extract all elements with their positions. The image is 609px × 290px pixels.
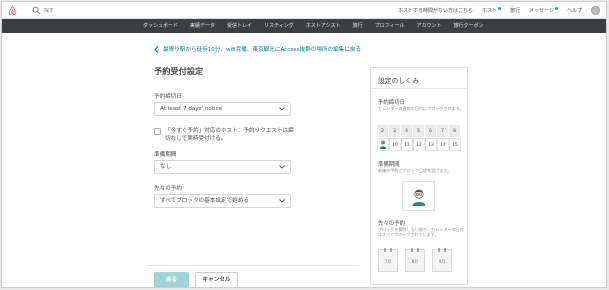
person-icon (379, 140, 387, 149)
search-icon (32, 6, 41, 15)
month-calendar-icon: 8月 (405, 248, 425, 272)
become-host-link[interactable]: ホストする時間がない方はこちら (398, 7, 473, 14)
calendar-day: 5 (413, 125, 425, 138)
host-link[interactable]: ホスト (482, 7, 502, 14)
airbnb-logo-icon[interactable] (7, 5, 18, 16)
messages-link[interactable]: メッセージ (529, 7, 558, 14)
calendar-day: 4 (401, 125, 413, 138)
search-input[interactable] (44, 7, 104, 14)
chevron-left-icon (154, 45, 159, 53)
nav-item-host-assist[interactable]: ホストアシスト (301, 19, 346, 33)
panel-title: 設定のしくみ (378, 77, 420, 85)
notification-dot (554, 7, 558, 10)
panel-future-description: ブロックを解除しない限り、カレンダーの日付はすべてブロックされています。 (378, 227, 464, 237)
calendar-day: 13 (425, 138, 437, 151)
back-button[interactable]: 戻る (154, 272, 189, 287)
calendar-day: 8 (449, 125, 461, 138)
trips-link[interactable]: 旅行 (510, 7, 520, 14)
chevron-down-icon (279, 107, 285, 111)
search-bar[interactable] (32, 5, 104, 16)
buffer-label: 準備期間 (154, 152, 177, 158)
panel-deadline-heading: 予約締切日 (378, 100, 405, 106)
page-title: 予約受付設定 (154, 66, 204, 76)
nav-item-inbox[interactable]: 受信トレイ (222, 19, 257, 33)
how-it-works-panel: 設定のしくみ 予約締切日 カレンダーの直前の日付にブロックされます。 2 3 4… (370, 67, 468, 285)
buffer-illustration (402, 181, 435, 211)
calendar-ring (417, 248, 419, 252)
chevron-down-icon (279, 165, 285, 169)
calendar-day: 3 (389, 125, 401, 138)
calendar-day: 15 (449, 138, 461, 151)
nav-item-trips[interactable]: 旅行 (348, 19, 368, 33)
instant-book-option: 「今すぐ予約」対応のホスト：予約リクエストは締切なしで実時受付ける。 (154, 127, 297, 143)
notification-dot (498, 7, 502, 10)
future-select[interactable]: すべてブロックの基本設定で始める (154, 194, 291, 208)
header-links: ホストする時間がない方はこちら ホスト 旅行 メッセージ ヘルプ (398, 5, 600, 16)
buffer-select[interactable]: なし (154, 160, 291, 174)
app-frame: ホストする時間がない方はこちら ホスト 旅行 メッセージ ヘルプ ダッシュボード… (1, 1, 607, 288)
calendar-ring (438, 248, 440, 252)
calendar-ring (390, 248, 392, 252)
nav-item-listings[interactable]: リスティング (259, 19, 299, 33)
calendar-day: 6 (425, 125, 437, 138)
month-calendar-icon: 7月 (378, 248, 398, 272)
deadline-select[interactable]: At least 7 days' notice (154, 102, 291, 116)
calendar-ring (411, 248, 413, 252)
help-link[interactable]: ヘルプ (567, 7, 582, 14)
month-calendar-icon: 9月 (432, 248, 452, 272)
back-to-listing-link[interactable]: 最寄り駅から徒歩10分、wifi完備、東京観光にAccess抜群の場所の編集に戻… (154, 45, 361, 53)
chevron-down-icon (279, 199, 285, 203)
calendar-day: 10 (389, 138, 401, 151)
calendar-day: 7 (437, 125, 449, 138)
footer-divider (147, 265, 359, 266)
nav-item-coupons[interactable]: 旅行クーポン (449, 19, 489, 33)
nav-item-stats[interactable]: 実績データ (185, 19, 220, 33)
calendar-guest-cell (377, 138, 389, 151)
calendar-ring (444, 248, 446, 252)
avatar[interactable] (591, 6, 600, 15)
calendar-day: 2 (377, 125, 389, 138)
calendar-day: 11 (401, 138, 413, 151)
nav-item-dashboard[interactable]: ダッシュボード (138, 19, 183, 33)
nav-item-account[interactable]: アカウント (411, 19, 446, 33)
panel-buffer-description: 前後の予約とブロック日程を設けます。 (378, 168, 452, 173)
future-label: 先々の予約 (154, 186, 182, 192)
host-person-icon (412, 188, 425, 206)
calendar-illustration: 2 3 4 5 6 7 8 10 11 12 13 14 15 (377, 125, 463, 151)
month-calendars: 7月 8月 9月 (378, 248, 452, 272)
deadline-label: 予約締切日 (154, 94, 182, 100)
nav-item-profile[interactable]: プロフィール (370, 19, 410, 33)
calendar-day: 14 (437, 138, 449, 151)
instant-book-text: 「今すぐ予約」対応のホスト：予約リクエストは締切なしで実時受付ける。 (165, 128, 294, 142)
cancel-button[interactable]: キャンセル (195, 272, 238, 287)
panel-deadline-description: カレンダーの直前の日付にブロックされます。 (378, 106, 464, 111)
calendar-day: 12 (413, 138, 425, 151)
panel-future-heading: 先々の予約 (378, 221, 405, 227)
instant-book-checkbox[interactable] (154, 128, 161, 135)
top-header: ホストする時間がない方はこちら ホスト 旅行 メッセージ ヘルプ (2, 2, 606, 19)
panel-divider (371, 88, 467, 89)
panel-buffer-heading: 準備期間 (378, 162, 400, 168)
calendar-ring (384, 248, 386, 252)
host-nav-bar: ダッシュボード 実績データ 受信トレイ リスティング ホストアシスト 旅行 プロ… (2, 19, 606, 33)
